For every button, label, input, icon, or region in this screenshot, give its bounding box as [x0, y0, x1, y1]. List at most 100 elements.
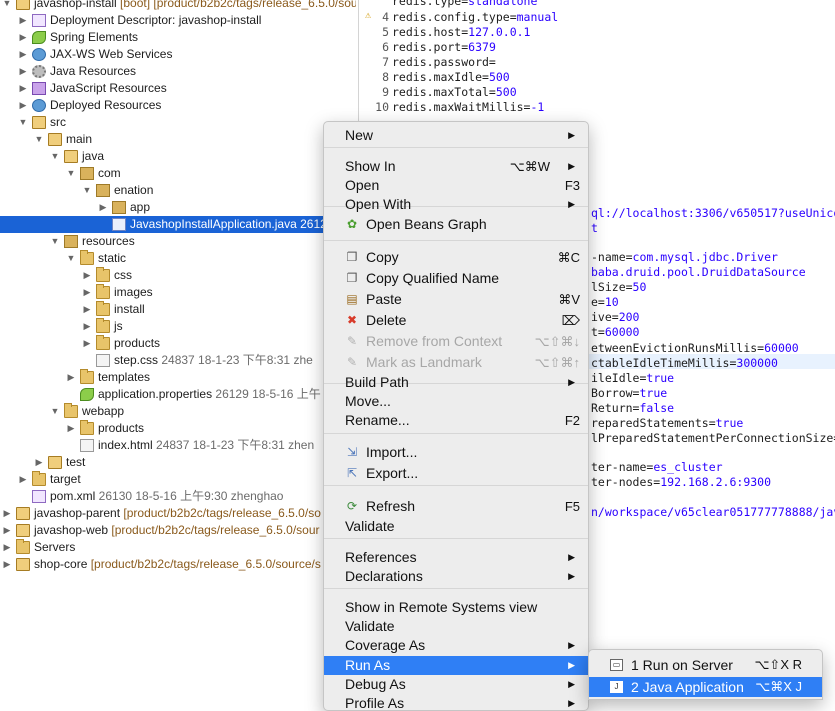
- menu-item-refresh[interactable]: ⟳ Refresh F5: [324, 497, 588, 516]
- menu-item-import[interactable]: ⇲ Import...: [324, 443, 588, 462]
- expand-arrow-right-icon[interactable]: ▶: [2, 522, 12, 539]
- menu-item-run-as[interactable]: Run As ▶: [324, 656, 588, 675]
- property-key: ter-name=: [591, 460, 654, 474]
- menu-item-move[interactable]: Move...: [324, 392, 588, 411]
- menu-item-new[interactable]: New ▶: [324, 126, 588, 145]
- tree-item[interactable]: ▶ Spring Elements: [0, 29, 356, 46]
- menu-item-label: Refresh: [366, 498, 416, 514]
- menu-item-open[interactable]: Open F3: [324, 176, 588, 195]
- menu-item-open-with[interactable]: Open With ▶: [324, 195, 588, 214]
- expand-arrow-down-icon[interactable]: ▼: [50, 403, 60, 420]
- menu-item-references[interactable]: References ▶: [324, 548, 588, 567]
- tree-item-label: java: [82, 148, 104, 165]
- tree-item[interactable]: pom.xml 26130 18-5-16 上午9:30 zhenghao: [0, 488, 356, 505]
- menu-item-copy[interactable]: ❐ Copy ⌘C: [324, 248, 588, 267]
- expand-arrow-down-icon[interactable]: ▼: [82, 182, 92, 199]
- tree-item[interactable]: ▶ javashop-parent [product/b2b2c/tags/rel…: [0, 505, 356, 522]
- expand-arrow-right-icon[interactable]: ▶: [2, 505, 12, 522]
- expand-arrow-right-icon[interactable]: ▶: [82, 284, 92, 301]
- tree-item-name: JAX-WS Web Services: [50, 47, 173, 61]
- menu-item-delete[interactable]: ✖ Delete ⌦: [324, 311, 588, 330]
- expand-arrow-down-icon[interactable]: ▼: [18, 114, 28, 131]
- menu-item-validate[interactable]: Validate: [324, 617, 588, 636]
- expand-arrow-down-icon[interactable]: ▼: [2, 0, 12, 12]
- menu-item-export[interactable]: ⇱ Export...: [324, 464, 588, 483]
- menu-item-paste[interactable]: ▤ Paste ⌘V: [324, 290, 588, 309]
- menu-item-label: Coverage As: [345, 637, 426, 653]
- expand-arrow-down-icon[interactable]: ▼: [50, 148, 60, 165]
- menu-item-rename[interactable]: Rename... F2: [324, 411, 588, 430]
- expand-arrow-right-icon[interactable]: ▶: [98, 199, 108, 216]
- menu-item-build-path[interactable]: Build Path ▶: [324, 373, 588, 392]
- property-key: redis.maxIdle=: [392, 70, 489, 84]
- tree-item[interactable]: ▼ resources: [0, 233, 356, 250]
- tree-item[interactable]: ▼ main: [0, 131, 356, 148]
- tree-item[interactable]: ▶ Servers: [0, 539, 356, 556]
- expand-arrow-right-icon[interactable]: ▶: [34, 454, 44, 471]
- expand-arrow-right-icon[interactable]: ▶: [18, 12, 28, 29]
- tree-item[interactable]: step.css 24837 18-1-23 下午8:31 zhe: [0, 352, 356, 369]
- tree-item[interactable]: ▼ enation: [0, 182, 356, 199]
- tree-item[interactable]: ▼ javashop-install [boot] [product/b2b2c/…: [0, 0, 356, 12]
- tree-item[interactable]: index.html 24837 18-1-23 下午8:31 zhen: [0, 437, 356, 454]
- expand-arrow-right-icon[interactable]: ▶: [82, 301, 92, 318]
- expand-arrow-right-icon[interactable]: ▶: [18, 63, 28, 80]
- expand-arrow-right-icon[interactable]: ▶: [2, 556, 12, 573]
- expand-arrow-right-icon[interactable]: ▶: [18, 471, 28, 488]
- tree-item[interactable]: ▶ javashop-web [product/b2b2c/tags/releas…: [0, 522, 356, 539]
- tree-item[interactable]: ▶ shop-core [product/b2b2c/tags/release_6…: [0, 556, 356, 573]
- expand-arrow-right-icon[interactable]: ▶: [82, 318, 92, 335]
- menu-item-profile-as[interactable]: Profile As ▶: [324, 694, 588, 710]
- tree-item[interactable]: ▶ Deployment Descriptor: javashop-install: [0, 12, 356, 29]
- tree-item[interactable]: JavashopInstallApplication.java 2612: [0, 216, 356, 233]
- tree-item[interactable]: ▶ products: [0, 335, 356, 352]
- expand-arrow-right-icon[interactable]: ▶: [18, 97, 28, 114]
- menu-item-label: Open Beans Graph: [366, 216, 487, 232]
- menu-item-coverage-as[interactable]: Coverage As ▶: [324, 636, 588, 655]
- tree-item[interactable]: ▼ webapp: [0, 403, 356, 420]
- menu-item-validate[interactable]: Validate: [324, 517, 588, 536]
- tree-item[interactable]: ▶ templates: [0, 369, 356, 386]
- expand-arrow-down-icon[interactable]: ▼: [66, 250, 76, 267]
- tree-item[interactable]: application.properties 26129 18-5-16 上午: [0, 386, 356, 403]
- expand-arrow-right-icon[interactable]: ▶: [66, 420, 76, 437]
- tree-item[interactable]: ▶ Deployed Resources: [0, 97, 356, 114]
- expand-arrow-right-icon[interactable]: ▶: [2, 539, 12, 556]
- tree-item[interactable]: ▶ test: [0, 454, 356, 471]
- menu-item-show-in-remote-systems-view[interactable]: Show in Remote Systems view: [324, 598, 588, 617]
- refresh-icon: ⟳: [346, 499, 358, 513]
- tree-item[interactable]: ▼ com: [0, 165, 356, 182]
- tree-item[interactable]: ▶ images: [0, 284, 356, 301]
- tree-item[interactable]: ▶ js: [0, 318, 356, 335]
- tree-item[interactable]: ▼ static: [0, 250, 356, 267]
- expand-arrow-right-icon[interactable]: ▶: [82, 267, 92, 284]
- menu-item-label: Copy: [366, 249, 399, 265]
- expand-arrow-down-icon[interactable]: ▼: [50, 233, 60, 250]
- expand-arrow-down-icon[interactable]: ▼: [34, 131, 44, 148]
- expand-arrow-right-icon[interactable]: ▶: [18, 29, 28, 46]
- menu-item-copy-qualified-name[interactable]: ❐ Copy Qualified Name: [324, 269, 588, 288]
- expand-arrow-right-icon[interactable]: ▶: [66, 369, 76, 386]
- expand-arrow-right-icon[interactable]: ▶: [18, 80, 28, 97]
- menu-item-open-beans-graph[interactable]: ✿ Open Beans Graph: [324, 215, 588, 234]
- tree-item[interactable]: ▼ src: [0, 114, 356, 131]
- expand-arrow-right-icon[interactable]: ▶: [82, 335, 92, 352]
- tree-item[interactable]: ▶ app: [0, 199, 356, 216]
- tree-item[interactable]: ▶ install: [0, 301, 356, 318]
- folder-icon: [80, 167, 94, 180]
- submenu-item-2-java-application[interactable]: J 2 Java Application ⌥⌘X J: [589, 677, 822, 697]
- tree-item[interactable]: ▶ products: [0, 420, 356, 437]
- tree-item[interactable]: ▼ java: [0, 148, 356, 165]
- tree-item[interactable]: ▶ css: [0, 267, 356, 284]
- tree-item[interactable]: ▶ JAX-WS Web Services: [0, 46, 356, 63]
- tree-item[interactable]: ▶ JavaScript Resources: [0, 80, 356, 97]
- tree-item[interactable]: ▶ Java Resources: [0, 63, 356, 80]
- menu-item-declarations[interactable]: Declarations ▶: [324, 567, 588, 586]
- expand-arrow-down-icon[interactable]: ▼: [66, 165, 76, 182]
- submenu-item-1-run-on-server[interactable]: ▭ 1 Run on Server ⌥⇧X R: [589, 655, 822, 675]
- tree-item[interactable]: ▶ target: [0, 471, 356, 488]
- expand-arrow-right-icon[interactable]: ▶: [18, 46, 28, 63]
- menu-item-debug-as[interactable]: Debug As ▶: [324, 675, 588, 694]
- menu-item-show-in[interactable]: Show In ⌥⌘W ▶: [324, 157, 588, 176]
- folder-icon: [80, 369, 94, 384]
